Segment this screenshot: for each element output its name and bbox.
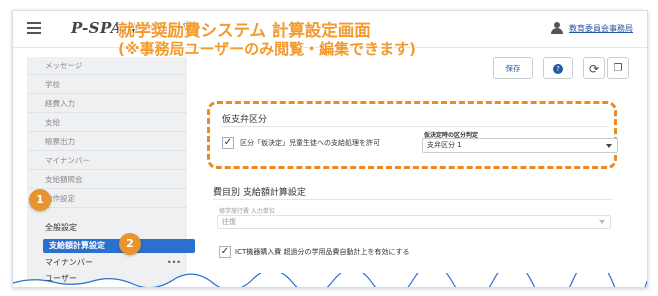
more-icon[interactable]: ••• (167, 256, 181, 270)
torn-edge (13, 273, 647, 287)
select-value: 支弁区分 1 (427, 141, 462, 149)
trip-unit-label: 修学旅行費 入力単位 (219, 208, 275, 215)
sidebar-subitem-general-settings[interactable]: 全般設定 (27, 221, 187, 235)
overlay-caption-line2: (※事務局ユーザーのみ閲覧・編集できます) (118, 40, 416, 58)
divider (220, 126, 608, 127)
provisional-section-highlight: 仮支弁区分 ✓ 区分「仮決定」児童生徒への支給処理を許可 仮決定時の区分判定 支… (207, 101, 618, 169)
refresh-button[interactable]: ⟳ (583, 57, 605, 79)
sidebar: メッセージ 学校 経費入力 支給 帳票出力 マイナンバー 支給額照会 動作設定 … (27, 57, 195, 287)
overlay-caption: 就学奨励費システム 計算設定画面 (※事務局ユーザーのみ閲覧・編集できます) (118, 21, 416, 59)
checkmark-icon: ✓ (220, 246, 230, 257)
sidebar-item-operation-settings[interactable]: 動作設定 (27, 190, 187, 208)
overlay-caption-line1: 就学奨励費システム 計算設定画面 (118, 21, 371, 40)
chevron-down-icon (599, 220, 605, 224)
sidebar-item-my-number[interactable]: マイナンバー (27, 152, 187, 170)
provisional-category-select[interactable]: 支弁区分 1 (422, 138, 618, 153)
ict-auto-calc-checkbox[interactable]: ✓ (219, 246, 231, 258)
new-window-icon: ❐ (613, 63, 623, 74)
allow-provisional-label: 区分「仮決定」児童生徒への支給処理を許可 (240, 139, 380, 147)
refresh-icon: ⟳ (588, 62, 600, 76)
sidebar-item-expense-input[interactable]: 経費入力 (27, 95, 187, 113)
user-icon (551, 22, 563, 34)
allow-provisional-checkbox[interactable]: ✓ (222, 137, 234, 149)
settings-panel: 仮支弁区分 ✓ 区分「仮決定」児童生徒への支給処理を許可 仮決定時の区分判定 支… (197, 91, 629, 287)
step-badge-2: 2 (119, 233, 141, 255)
sidebar-subitem-my-number[interactable]: マイナンバー ••• (27, 256, 187, 270)
help-icon: ? (553, 64, 563, 74)
user-name-link[interactable]: 教育委員会事務局 (569, 23, 633, 34)
sidebar-subitem-label: マイナンバー (45, 258, 93, 267)
sidebar-item-messages[interactable]: メッセージ (27, 57, 187, 75)
provisional-section-title: 仮支弁区分 (222, 115, 268, 125)
select-value: 往復 (222, 218, 236, 226)
sidebar-item-report-output[interactable]: 帳票出力 (27, 133, 187, 151)
divider (213, 199, 613, 200)
trip-unit-select[interactable]: 往復 (217, 215, 611, 229)
ict-auto-calc-label: ICT機器購入費 超過分の学用品費自動計上を有効にする (235, 248, 410, 256)
save-button[interactable]: 保存 (493, 57, 533, 79)
step-badge-1: 1 (29, 189, 51, 211)
sidebar-item-payment-inquiry[interactable]: 支給額照会 (27, 171, 187, 189)
checkmark-icon: ✓ (223, 137, 233, 148)
sidebar-item-school[interactable]: 学校 (27, 76, 187, 94)
chevron-down-icon (606, 144, 612, 148)
help-button[interactable]: ? (543, 57, 573, 79)
sidebar-item-payment[interactable]: 支給 (27, 114, 187, 132)
calc-section-title: 費目別 支給額計算設定 (213, 188, 306, 198)
hamburger-menu-icon[interactable] (27, 22, 41, 34)
new-window-button[interactable]: ❐ (607, 57, 629, 79)
